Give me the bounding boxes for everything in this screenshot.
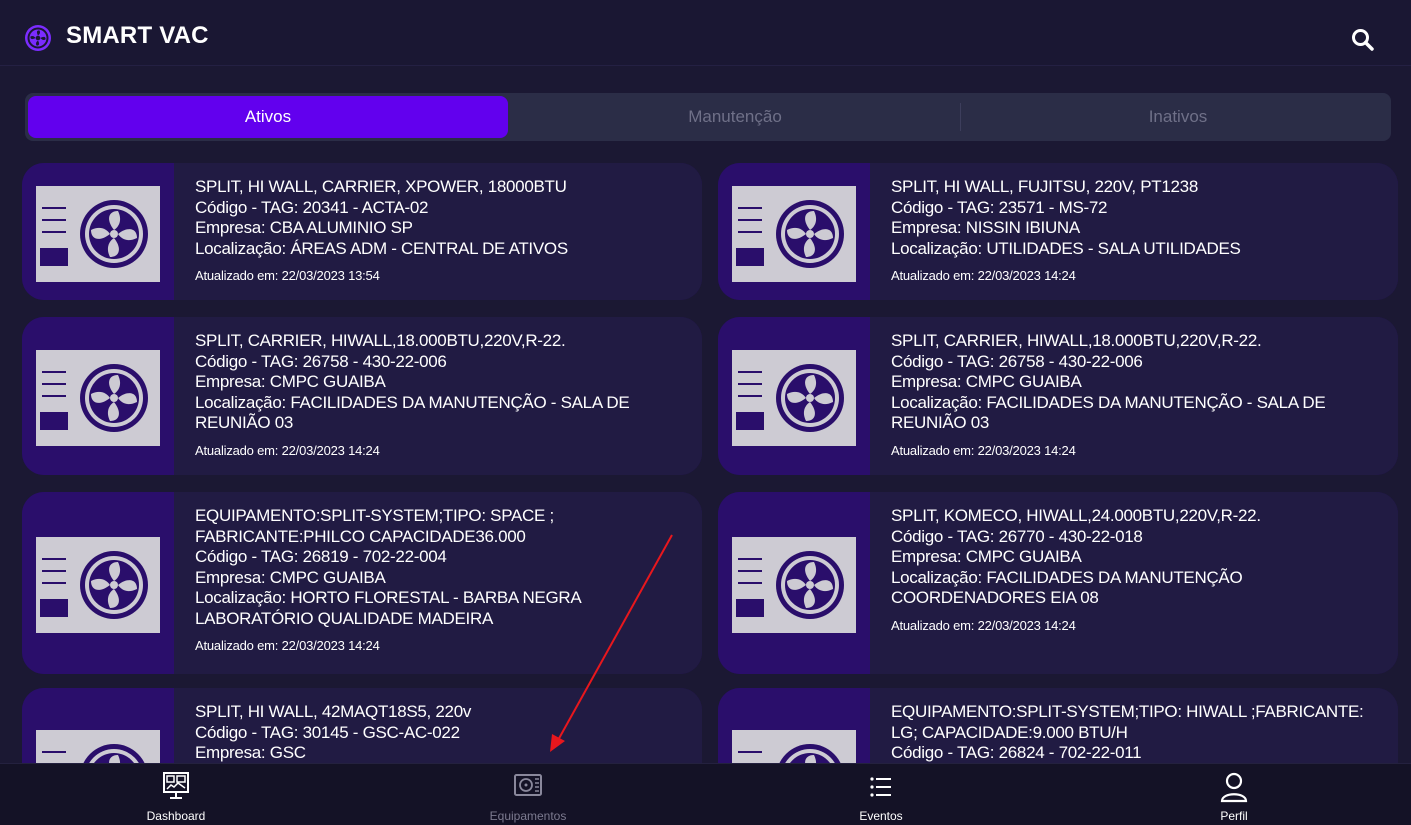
air-conditioner-icon — [732, 186, 856, 282]
air-conditioner-icon — [732, 730, 856, 763]
card-icon-area — [718, 688, 870, 763]
card-details: SPLIT, KOMECO, HIWALL,24.000BTU,220V,R-2… — [870, 492, 1398, 674]
card-detail-line: EQUIPAMENTO:SPLIT-SYSTEM;TIPO: SPACE ; — [195, 506, 554, 525]
card-details: SPLIT, HI WALL, FUJITSU, 220V, PT1238 Cód… — [870, 163, 1398, 300]
card-updated-timestamp: Atualizado em: 22/03/2023 14:24 — [891, 617, 1076, 633]
card-icon-area — [22, 688, 174, 763]
card-updated-timestamp: Atualizado em: 22/03/2023 14:24 — [891, 442, 1076, 458]
card-icon-area — [22, 492, 174, 674]
card-detail-line: Empresa: CBA ALUMINIO SP — [195, 218, 413, 237]
air-conditioner-icon — [36, 730, 160, 763]
search-icon[interactable] — [1349, 26, 1377, 54]
card-detail-line: Empresa: CMPC GUAIBA — [195, 372, 386, 391]
card-details: SPLIT, HI WALL, CARRIER, XPOWER, 18000BT… — [174, 163, 702, 300]
card-detail-line: Código - TAG: 26770 - 430-22-018 — [891, 526, 1143, 546]
card-updated-timestamp: Atualizado em: 22/03/2023 13:54 — [195, 268, 380, 283]
bottom-navigation: Dashboard Equipamentos Eventos Perfil — [0, 763, 1411, 825]
card-detail-line: Localização: UTILIDADES - SALA UTILIDADE… — [891, 238, 1241, 258]
equipment-card[interactable]: SPLIT, HI WALL, 42MAQT18S5, 220v Código -… — [22, 688, 702, 763]
card-detail-line: Empresa: CMPC GUAIBA — [891, 547, 1082, 566]
card-detail-line: Código - TAG: 30145 - GSC-AC-022 — [195, 722, 460, 742]
nav-dashboard-label: Dashboard — [146, 809, 206, 823]
card-detail-line: Código - TAG: 26819 - 702-22-004 — [195, 547, 447, 566]
card-updated-timestamp: Atualizado em: 22/03/2023 14:24 — [195, 638, 380, 653]
card-details: EQUIPAMENTO:SPLIT-SYSTEM;TIPO: HIWALL ;F… — [870, 688, 1398, 763]
card-details: SPLIT, CARRIER, HIWALL,18.000BTU,220V,R-… — [174, 317, 702, 475]
card-detail-line: Localização: FACILIDADES DA MANUTENÇÃO -… — [891, 392, 1326, 412]
top-app-bar: SMART VAC — [0, 0, 1411, 66]
card-details: SPLIT, HI WALL, 42MAQT18S5, 220v Código -… — [174, 688, 702, 763]
list-icon — [870, 777, 891, 797]
card-icon-area — [22, 317, 174, 475]
tab-inativos[interactable]: Inativos — [965, 93, 1391, 141]
card-detail-line: Localização: FACILIDADES DA MANUTENÇÃO — [891, 567, 1243, 587]
air-conditioner-icon — [36, 186, 160, 282]
card-detail-line: Código - TAG: 26824 - 702-22-011 — [891, 743, 1142, 762]
card-detail-line: Empresa: CMPC GUAIBA — [891, 372, 1082, 391]
equipment-icon — [514, 774, 542, 796]
equipment-card[interactable]: EQUIPAMENTO:SPLIT-SYSTEM;TIPO: SPACE ; FA… — [22, 492, 702, 674]
equipment-card[interactable]: SPLIT, CARRIER, HIWALL,18.000BTU,220V,R-… — [718, 317, 1398, 475]
card-detail-line: FABRICANTE:PHILCO CAPACIDADE36.000 — [195, 526, 526, 546]
app-title: SMART VAC — [66, 22, 209, 49]
card-detail-line: Código - TAG: 20341 - ACTA-02 — [195, 197, 429, 217]
card-updated-timestamp: Atualizado em: 22/03/2023 14:24 — [891, 268, 1076, 283]
card-detail-line: Empresa: GSC — [195, 743, 306, 762]
nav-dashboard[interactable]: Dashboard — [0, 764, 352, 825]
card-detail-line: LABORATÓRIO QUALIDADE MADEIRA — [195, 608, 493, 628]
air-conditioner-icon — [36, 350, 160, 446]
card-detail-line: Localização: FACILIDADES DA MANUTENÇÃO -… — [195, 392, 630, 412]
card-detail-line: SPLIT, HI WALL, CARRIER, XPOWER, 18000BT… — [195, 177, 567, 196]
nav-equipamentos-label: Equipamentos — [489, 809, 567, 823]
card-detail-line: COORDENADORES EIA 08 — [891, 588, 1099, 607]
tab-ativos[interactable]: Ativos — [28, 96, 508, 138]
tab-manutencao[interactable]: Manutenção — [510, 93, 960, 141]
card-updated-timestamp: Atualizado em: 22/03/2023 14:24 — [195, 442, 380, 458]
card-detail-line: SPLIT, HI WALL, FUJITSU, 220V, PT1238 — [891, 177, 1198, 196]
app-window: SMART VAC Ativos Manutenção Inativos SPL… — [0, 0, 1411, 825]
air-conditioner-icon — [36, 537, 160, 633]
card-icon-area — [718, 163, 870, 300]
card-detail-line: Código - TAG: 26758 - 430-22-006 — [195, 351, 447, 371]
nav-perfil-label: Perfil — [1220, 809, 1248, 823]
vac-logo-icon — [25, 25, 51, 51]
status-tabs: Ativos Manutenção Inativos — [25, 93, 1391, 141]
card-icon-area — [22, 163, 174, 300]
card-detail-line: SPLIT, HI WALL, 42MAQT18S5, 220v — [195, 702, 472, 721]
card-detail-line: Código - TAG: 23571 - MS-72 — [891, 197, 1108, 217]
air-conditioner-icon — [732, 350, 856, 446]
equipment-card[interactable]: SPLIT, HI WALL, CARRIER, XPOWER, 18000BT… — [22, 163, 702, 300]
card-detail-line: Localização: ÁREAS ADM - CENTRAL DE ATIV… — [195, 238, 568, 258]
card-detail-line: LG; CAPACIDADE:9.000 BTU/H — [891, 722, 1128, 742]
card-details: SPLIT, CARRIER, HIWALL,18.000BTU,220V,R-… — [870, 317, 1398, 475]
nav-equipamentos[interactable]: Equipamentos — [352, 764, 704, 825]
user-icon — [1220, 772, 1248, 803]
air-conditioner-icon — [732, 537, 856, 633]
card-detail-line: Localização: HORTO FLORESTAL - BARBA NEG… — [195, 588, 582, 607]
nav-perfil[interactable]: Perfil — [1058, 764, 1410, 825]
tab-divider — [960, 103, 961, 131]
card-detail-line: Empresa: CMPC GUAIBA — [195, 567, 386, 587]
card-detail-line: REUNIÃO 03 — [195, 413, 294, 432]
card-detail-line: REUNIÃO 03 — [891, 413, 990, 432]
card-detail-line: SPLIT, CARRIER, HIWALL,18.000BTU,220V,R-… — [195, 331, 566, 350]
card-detail-line: Empresa: NISSIN IBIUNA — [891, 218, 1080, 237]
equipment-card[interactable]: SPLIT, KOMECO, HIWALL,24.000BTU,220V,R-2… — [718, 492, 1398, 674]
card-icon-area — [718, 317, 870, 475]
card-detail-line: SPLIT, CARRIER, HIWALL,18.000BTU,220V,R-… — [891, 331, 1262, 350]
card-detail-line: SPLIT, KOMECO, HIWALL,24.000BTU,220V,R-2… — [891, 506, 1261, 525]
card-details: EQUIPAMENTO:SPLIT-SYSTEM;TIPO: SPACE ; FA… — [174, 492, 702, 674]
card-icon-area — [718, 492, 870, 674]
dashboard-icon — [163, 772, 189, 799]
card-detail-line: EQUIPAMENTO:SPLIT-SYSTEM;TIPO: HIWALL ;F… — [891, 702, 1364, 721]
nav-eventos[interactable]: Eventos — [705, 764, 1057, 825]
equipment-card[interactable]: EQUIPAMENTO:SPLIT-SYSTEM;TIPO: HIWALL ;F… — [718, 688, 1398, 763]
nav-eventos-label: Eventos — [859, 809, 903, 823]
equipment-card[interactable]: SPLIT, CARRIER, HIWALL,18.000BTU,220V,R-… — [22, 317, 702, 475]
card-detail-line: Código - TAG: 26758 - 430-22-006 — [891, 351, 1143, 371]
equipment-list[interactable]: SPLIT, HI WALL, CARRIER, XPOWER, 18000BT… — [0, 163, 1411, 763]
equipment-card[interactable]: SPLIT, HI WALL, FUJITSU, 220V, PT1238 Cód… — [718, 163, 1398, 300]
